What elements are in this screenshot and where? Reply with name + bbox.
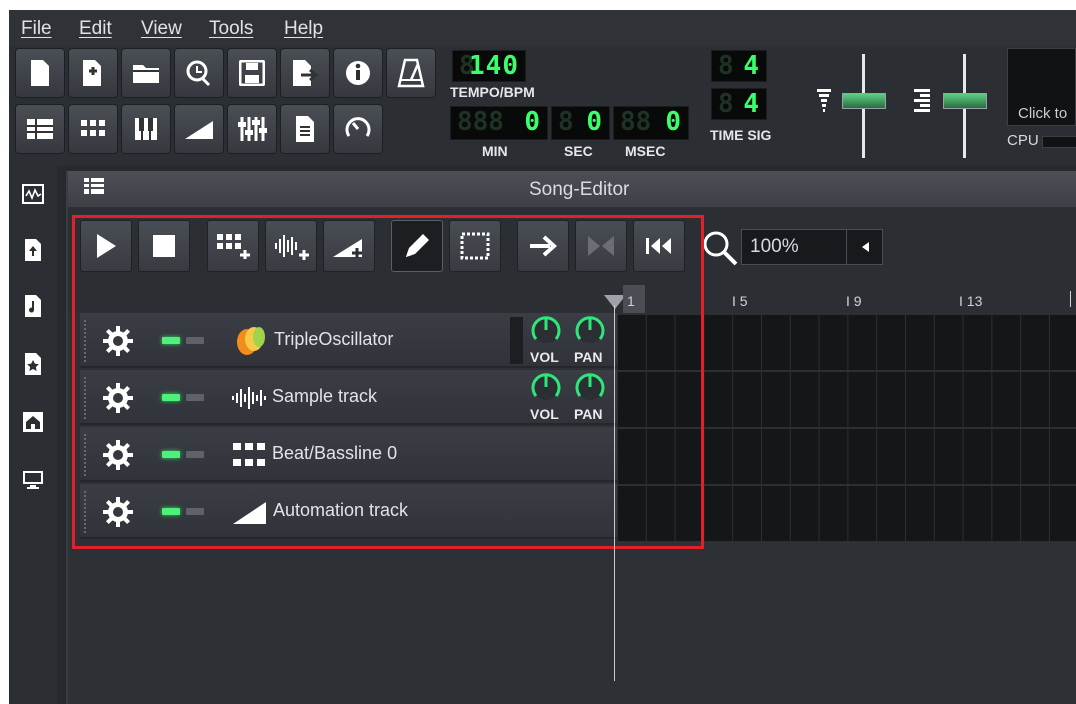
new-template-icon <box>83 60 101 86</box>
oscilloscope-hint: Click to <box>1018 105 1068 122</box>
minutes-value: 0 <box>524 107 541 137</box>
ruler-label-13: I 13 <box>959 293 983 309</box>
folder-icon <box>133 65 159 83</box>
zoom-dropdown[interactable]: 100% <box>741 229 883 265</box>
automation-editor-button[interactable] <box>174 104 224 154</box>
ruler-tick <box>1070 291 1071 307</box>
lmms-window: File Edit View Tools Help 8 140 TEMPO/BP… <box>9 10 1076 704</box>
recent-projects-button[interactable] <box>174 48 224 98</box>
ruler-label-13-value: 13 <box>966 293 983 309</box>
menu-file[interactable]: File <box>21 18 52 40</box>
song-editor-icon <box>27 119 53 139</box>
my-projects-icon[interactable] <box>21 238 45 262</box>
ruler-label-5-value: 5 <box>739 293 748 309</box>
my-presets-icon[interactable] <box>21 352 45 376</box>
new-project-button[interactable] <box>15 48 65 98</box>
milliseconds-label: MSEC <box>625 143 666 159</box>
master-volume-slider[interactable] <box>842 93 886 109</box>
playhead-line <box>614 305 615 681</box>
zoom-value: 100% <box>750 236 799 257</box>
controller-rack-button[interactable] <box>333 104 383 154</box>
seconds-label: SEC <box>564 143 593 159</box>
song-editor-window-icon <box>83 177 105 197</box>
controller-knob-icon <box>345 117 371 137</box>
beat-grid-icon <box>81 120 105 136</box>
minutes-display: 888 0 <box>450 106 548 140</box>
song-editor-button[interactable] <box>15 104 65 154</box>
time-sig-numerator[interactable]: 8 4 <box>711 50 767 82</box>
tempo-display[interactable]: 8 140 <box>452 50 526 82</box>
zoom-divider <box>846 230 847 264</box>
seconds-display: 8 0 <box>551 106 610 140</box>
master-pitch-slider[interactable] <box>943 93 987 109</box>
annotation-highlight-box <box>72 215 704 549</box>
info-icon <box>346 61 370 85</box>
metronome-icon <box>397 58 425 88</box>
new-file-icon <box>31 60 49 86</box>
automation-ramp-icon <box>185 121 213 139</box>
volume-icon <box>817 87 831 115</box>
ruler-label-9-value: 9 <box>853 293 862 309</box>
minutes-label: MIN <box>482 143 508 159</box>
sidebar <box>9 166 57 704</box>
menu-help[interactable]: Help <box>284 18 323 40</box>
cpu-meter <box>1042 136 1076 148</box>
tempo-label: TEMPO/BPM <box>450 84 535 100</box>
my-computer-icon[interactable] <box>21 468 45 492</box>
mixer-icon <box>238 117 267 141</box>
song-editor-title: Song-Editor <box>529 179 630 200</box>
save-project-button[interactable] <box>227 48 277 98</box>
notes-icon <box>296 116 314 142</box>
new-from-template-button[interactable] <box>68 48 118 98</box>
tempo-value: 140 <box>469 51 519 81</box>
chevron-left-icon <box>862 242 869 252</box>
seconds-value: 0 <box>586 107 603 137</box>
beat-bassline-editor-button[interactable] <box>68 104 118 154</box>
my-samples-icon[interactable] <box>21 294 45 318</box>
milliseconds-value: 0 <box>665 107 682 137</box>
open-project-button[interactable] <box>121 48 171 98</box>
menu-edit[interactable]: Edit <box>79 18 112 40</box>
piano-roll-button[interactable] <box>121 104 171 154</box>
main-toolbar: 8 140 TEMPO/BPM 888 0 MIN 8 0 SEC 88 0 M… <box>9 46 1076 166</box>
time-sig-label: TIME SIG <box>710 127 772 143</box>
whats-this-button[interactable] <box>333 48 383 98</box>
milliseconds-display: 88 0 <box>613 106 689 140</box>
mixer-button[interactable] <box>227 104 277 154</box>
export-button[interactable] <box>280 48 330 98</box>
instrument-plugins-icon[interactable] <box>21 182 45 206</box>
export-icon <box>293 60 319 86</box>
menu-view[interactable]: View <box>141 18 182 40</box>
piano-icon <box>135 118 157 140</box>
project-notes-button[interactable] <box>280 104 330 154</box>
oscilloscope[interactable]: Click to <box>1007 48 1076 126</box>
ruler-label-9: I 9 <box>846 293 862 309</box>
menu-bar: File Edit View Tools Help <box>9 10 1076 46</box>
menu-tools[interactable]: Tools <box>209 18 253 40</box>
pitch-icon <box>914 87 930 115</box>
my-home-icon[interactable] <box>21 410 45 434</box>
save-icon <box>239 60 265 86</box>
cpu-label: CPU <box>1007 132 1039 149</box>
ruler-label-5: I 5 <box>732 293 748 309</box>
clock-icon <box>186 60 211 87</box>
time-sig-numerator-value: 4 <box>743 51 760 81</box>
time-sig-denominator-value: 4 <box>743 89 760 119</box>
metronome-button[interactable] <box>386 48 436 98</box>
zoom-icon <box>701 229 739 267</box>
song-editor-titlebar[interactable]: Song-Editor <box>68 171 1076 207</box>
time-sig-denominator[interactable]: 8 4 <box>711 88 767 120</box>
